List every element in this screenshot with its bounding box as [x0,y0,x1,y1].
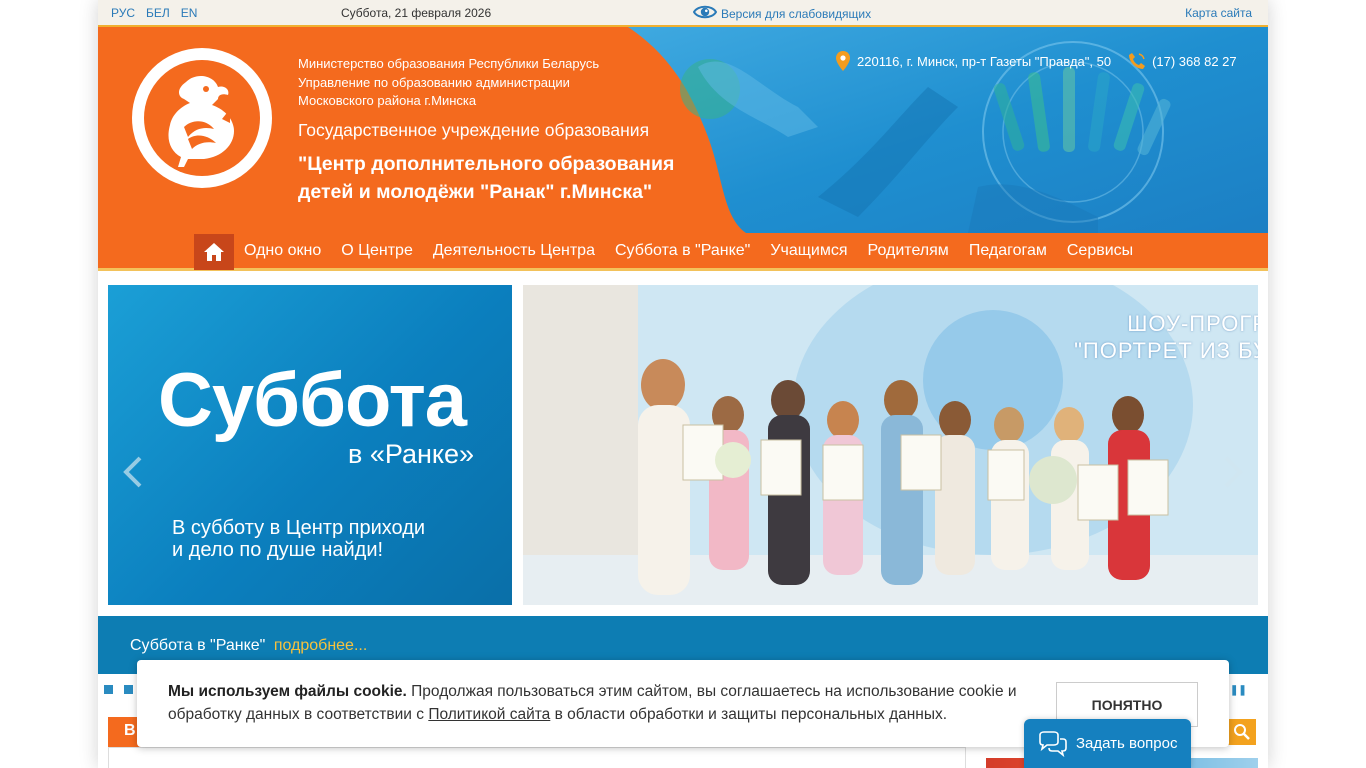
promo-tagline-line: В субботу в Центр приходи [172,517,426,539]
more-link[interactable]: подробнее... [274,637,367,654]
hero-slider: Суббота в «Ранке» В субботу в Центр прих… [108,285,1258,605]
language-switcher: РУС БЕЛ EN [111,6,197,20]
slider-next-arrow-icon[interactable] [1222,455,1244,489]
promo-subtitle: в «Ранке» [348,439,475,469]
nav-item-teachers[interactable]: Педагогам [969,242,1047,260]
ministry-line: Министерство образования Республики Бела… [298,56,600,71]
slide-caption-text: Суббота в "Ранке" [130,637,266,654]
eye-icon [693,5,717,19]
ministry-line: Управление по образованию администрации [298,74,570,90]
sitemap-link[interactable]: Карта сайта [1185,6,1252,20]
lang-ru-link[interactable]: РУС [111,6,135,20]
show-title-line: ШОУ-ПРОГР [1127,311,1258,336]
promo-tagline-line: и дело по душе найди! [172,539,384,561]
chat-bubbles-icon [1039,730,1067,757]
home-icon [204,243,224,261]
org-name-line: "Центр дополнительного образования [298,153,675,175]
main-navigation: Одно окно О Центре Деятельность Центра С… [98,233,1268,271]
institution-type: Государственное учреждение образования [298,120,650,140]
show-title: ШОУ-ПРОГР "ПОРТРЕТ ИЗ БУ [1074,310,1258,364]
org-name-line: детей и молодёжи "Ранак" г.Минска" [298,181,653,203]
nav-item-parents[interactable]: Родителям [868,242,949,260]
cookie-title: Мы используем файлы cookie. [168,683,407,700]
slider-dot[interactable] [124,685,133,694]
phone-icon [1129,53,1146,69]
nav-item-about[interactable]: О Центре [341,242,413,260]
slider-pagination [104,685,133,694]
slider-prev-arrow-icon[interactable] [122,455,144,489]
rooster-logo [132,48,272,188]
location-pin-icon [836,51,850,71]
phone-text[interactable]: (17) 368 82 27 [1152,54,1237,69]
cookie-body-end: в области обработки и защиты персональны… [550,706,948,723]
nav-item-saturday[interactable]: Суббота в "Ранке" [615,242,750,260]
show-title-line: "ПОРТРЕТ ИЗ БУ [1074,338,1258,363]
home-button[interactable] [194,234,234,270]
privacy-policy-link[interactable]: Политикой сайта [428,706,550,723]
cookie-text: Мы используем файлы cookie. Продолжая по… [168,680,1038,726]
slide-promo-panel[interactable]: Суббота в «Ранке» В субботу в Центр прих… [108,285,512,605]
promo-title: Суббота [158,358,467,443]
page: РУС БЕЛ EN Суббота, 21 февраля 2026 Верс… [98,0,1268,768]
low-vision-label: Версия для слабовидящих [721,6,872,21]
ask-question-button[interactable]: Задать вопрос [1024,719,1191,768]
nav-item-students[interactable]: Учащимся [770,242,847,260]
address-text: 220116, г. Минск, пр-т Газеты "Правда", … [857,53,1112,69]
content-box [108,747,966,768]
nav-item-activity[interactable]: Деятельность Центра [433,242,595,260]
ministry-text: Министерство образования Республики Бела… [298,55,628,111]
nav-item-one-window[interactable]: Одно окно [244,242,321,260]
slider-pause-icon[interactable]: ❚❚ [1230,685,1247,696]
low-vision-link[interactable]: Версия для слабовидящих [693,3,871,21]
lang-be-link[interactable]: БЕЛ [146,6,170,20]
promo-tagline: В субботу в Центр приходи и дело по душе… [172,517,472,561]
nav-item-services[interactable]: Сервисы [1067,242,1133,260]
nav-menu: Одно окно О Центре Деятельность Центра С… [244,242,1133,260]
ministry-line: Московского района г.Минска [298,93,477,108]
site-header: Министерство образования Республики Бела… [98,27,1268,233]
slide-caption: Суббота в "Ранке" подробнее... [130,637,367,655]
ask-question-label: Задать вопрос [1076,735,1178,752]
header-contacts: 220116, г. Минск, пр-т Газеты "Правда", … [836,51,1237,71]
search-button[interactable] [1228,719,1256,745]
slider-dot[interactable] [104,685,113,694]
current-date: Суббота, 21 февраля 2026 [341,6,492,20]
lang-en-link[interactable]: EN [181,6,198,20]
slide-photo-panel[interactable]: ШОУ-ПРОГР "ПОРТРЕТ ИЗ БУ [523,285,1258,605]
organization-name: "Центр дополнительного образования детей… [298,150,698,206]
search-icon [1234,724,1250,740]
top-bar: РУС БЕЛ EN Суббота, 21 февраля 2026 Верс… [98,0,1268,27]
